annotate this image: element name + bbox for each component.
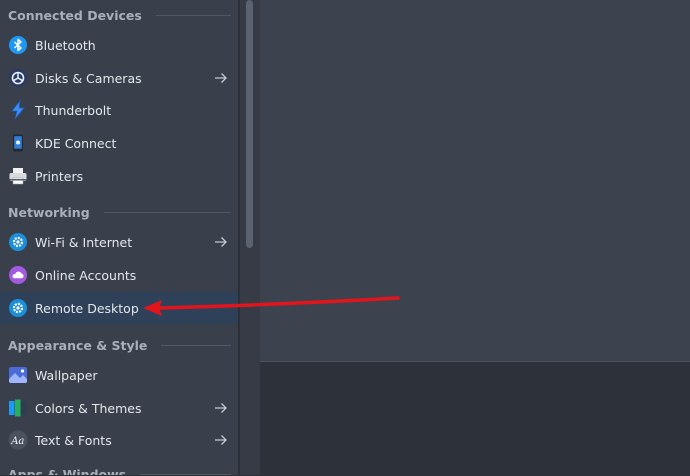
section-divider [103, 211, 231, 213]
section-header-appearance-style: Appearance & Style [8, 337, 231, 353]
scrollbar-thumb[interactable] [246, 0, 253, 248]
sidebar-item-label: Wi-Fi & Internet [35, 234, 133, 250]
arrow-right-icon [215, 435, 227, 445]
cloud-icon [8, 265, 28, 285]
colors-themes-icon [8, 398, 28, 418]
wallpaper-icon [8, 365, 28, 385]
disks-cameras-icon [8, 68, 28, 88]
content-footer-area [260, 361, 690, 476]
sidebar-item-kde-connect[interactable]: KDE Connect [0, 127, 238, 159]
section-header-apps-windows: Apps & Windows [8, 466, 231, 476]
thunderbolt-icon [8, 100, 28, 120]
sidebar-item-label: Online Accounts [35, 267, 137, 283]
sidebar-item-disks-cameras[interactable]: Disks & Cameras [0, 62, 238, 94]
sidebar-item-thunderbolt[interactable]: Thunderbolt [0, 94, 238, 126]
sidebar-item-label: Disks & Cameras [35, 70, 142, 86]
sidebar-item-text-fonts[interactable]: Aa Text & Fonts [0, 424, 238, 456]
sidebar-item-label: Remote Desktop [35, 300, 139, 316]
arrow-right-icon [215, 237, 227, 247]
section-title: Apps & Windows [8, 466, 127, 476]
settings-sidebar: Connected Devices Bluetooth Disks & Came… [0, 0, 238, 475]
sidebar-item-colors-themes[interactable]: Colors & Themes [0, 392, 238, 424]
section-header-connected-devices: Connected Devices [8, 7, 231, 23]
section-title: Appearance & Style [8, 337, 148, 353]
bluetooth-icon [8, 35, 28, 55]
section-divider [140, 473, 231, 475]
sidebar-item-label: Text & Fonts [35, 432, 112, 448]
sidebar-item-printers[interactable]: Printers [0, 160, 238, 192]
arrow-right-icon [215, 73, 227, 83]
sidebar-item-label: Colors & Themes [35, 400, 142, 416]
sidebar-item-label: Wallpaper [35, 367, 98, 383]
settings-content-area [260, 0, 690, 361]
sidebar-item-label: Bluetooth [35, 37, 96, 53]
sidebar-item-wifi-internet[interactable]: Wi-Fi & Internet [0, 226, 238, 258]
sidebar-item-bluetooth[interactable]: Bluetooth [0, 29, 238, 61]
remote-desktop-icon [8, 298, 28, 318]
svg-text:Aa: Aa [10, 436, 24, 447]
sidebar-item-remote-desktop[interactable]: Remote Desktop [0, 292, 238, 324]
sidebar-item-label: Thunderbolt [35, 102, 112, 118]
sidebar-item-wallpaper[interactable]: Wallpaper [0, 359, 238, 391]
sidebar-scrollbar[interactable] [239, 0, 260, 475]
section-title: Connected Devices [8, 7, 142, 23]
sidebar-item-label: KDE Connect [35, 135, 117, 151]
printer-icon [8, 166, 28, 186]
section-divider [161, 344, 231, 346]
arrow-right-icon [215, 403, 227, 413]
wifi-settings-icon [8, 232, 28, 252]
section-header-networking: Networking [8, 204, 231, 220]
section-title: Networking [8, 204, 90, 220]
fonts-icon: Aa [8, 430, 28, 450]
sidebar-item-label: Printers [35, 168, 84, 184]
section-divider [155, 14, 231, 16]
sidebar-item-online-accounts[interactable]: Online Accounts [0, 259, 238, 291]
kde-connect-icon [8, 133, 28, 153]
